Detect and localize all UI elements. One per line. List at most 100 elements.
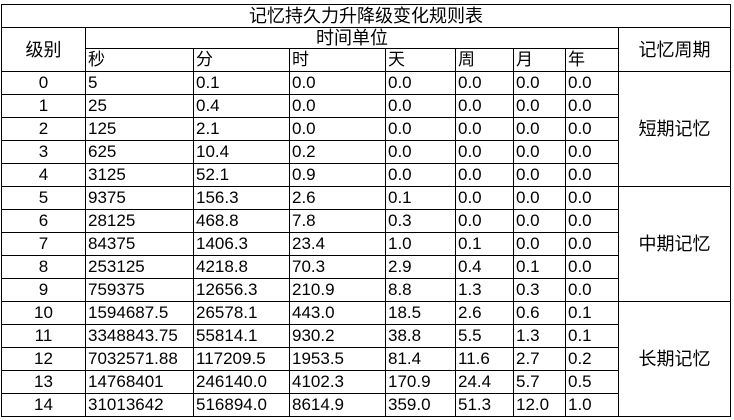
value-cell: 759375 — [85, 278, 194, 302]
value-cell: 0.0 — [289, 71, 386, 95]
value-cell: 0.0 — [513, 117, 566, 141]
value-cell: 0.0 — [385, 140, 456, 164]
value-cell: 5.5 — [455, 324, 514, 348]
value-cell: 0.0 — [513, 163, 566, 187]
time-unit-header: 时间单位 — [85, 27, 619, 49]
level-cell: 10 — [1, 301, 86, 325]
value-cell: 0.9 — [289, 163, 386, 187]
value-cell: 0.0 — [565, 255, 619, 279]
value-cell: 117209.5 — [193, 347, 290, 371]
value-cell: 210.9 — [289, 278, 386, 302]
memory-cycle-cell: 长期记忆 — [618, 301, 731, 417]
unit-header: 天 — [385, 48, 456, 72]
value-cell: 4102.3 — [289, 370, 386, 394]
value-cell: 0.0 — [565, 94, 619, 118]
unit-header: 秒 — [85, 48, 194, 72]
value-cell: 1594687.5 — [85, 301, 194, 325]
value-cell: 516894.0 — [193, 393, 290, 417]
value-cell: 0.0 — [565, 117, 619, 141]
value-cell: 156.3 — [193, 186, 290, 210]
value-cell: 5.7 — [513, 370, 566, 394]
value-cell: 0.0 — [565, 71, 619, 95]
value-cell: 0.0 — [565, 140, 619, 164]
value-cell: 1.0 — [565, 393, 619, 417]
level-cell: 13 — [1, 370, 86, 394]
unit-header: 年 — [565, 48, 619, 72]
value-cell: 0.0 — [513, 71, 566, 95]
level-cell: 11 — [1, 324, 86, 348]
value-cell: 0.0 — [513, 209, 566, 233]
value-cell: 3348843.75 — [85, 324, 194, 348]
memory-cycle-cell: 短期记忆 — [618, 71, 731, 187]
value-cell: 0.0 — [513, 232, 566, 256]
value-cell: 0.0 — [565, 209, 619, 233]
value-cell: 52.1 — [193, 163, 290, 187]
value-cell: 0.0 — [455, 186, 514, 210]
value-cell: 0.1 — [455, 232, 514, 256]
value-cell: 0.0 — [385, 117, 456, 141]
value-cell: 0.0 — [289, 117, 386, 141]
table-row: 10 1594687.5 26578.1 443.0 18.5 2.6 0.6 0.1 长期记忆 — [1, 301, 731, 417]
value-cell: 14768401 — [85, 370, 194, 394]
value-cell: 0.0 — [455, 209, 514, 233]
memory-cycle-cell: 中期记忆 — [618, 186, 731, 302]
value-cell: 38.8 — [385, 324, 456, 348]
value-cell: 0.2 — [565, 347, 619, 371]
value-cell: 0.0 — [513, 186, 566, 210]
value-cell: 23.4 — [289, 232, 386, 256]
value-cell: 2.7 — [513, 347, 566, 371]
value-cell: 1953.5 — [289, 347, 386, 371]
value-cell: 0.1 — [513, 255, 566, 279]
value-cell: 1406.3 — [193, 232, 290, 256]
value-cell: 24.4 — [455, 370, 514, 394]
value-cell: 359.0 — [385, 393, 456, 417]
value-cell: 0.1 — [565, 301, 619, 325]
value-cell: 246140.0 — [193, 370, 290, 394]
value-cell: 0.0 — [385, 94, 456, 118]
value-cell: 8614.9 — [289, 393, 386, 417]
value-cell: 5 — [85, 71, 194, 95]
value-cell: 625 — [85, 140, 194, 164]
level-cell: 0 — [1, 71, 86, 95]
value-cell: 0.5 — [565, 370, 619, 394]
value-cell: 3125 — [85, 163, 194, 187]
value-cell: 0.1 — [385, 186, 456, 210]
level-cell: 4 — [1, 163, 86, 187]
value-cell: 0.0 — [289, 94, 386, 118]
value-cell: 0.0 — [565, 163, 619, 187]
value-cell: 0.0 — [455, 71, 514, 95]
value-cell: 0.0 — [565, 232, 619, 256]
value-cell: 4218.8 — [193, 255, 290, 279]
value-cell: 0.4 — [193, 94, 290, 118]
value-cell: 0.1 — [193, 71, 290, 95]
level-cell: 7 — [1, 232, 86, 256]
value-cell: 2.1 — [193, 117, 290, 141]
value-cell: 0.0 — [455, 163, 514, 187]
table-title: 记忆持久力升降级变化规则表 — [1, 4, 731, 28]
value-cell: 1.0 — [385, 232, 456, 256]
value-cell: 1.3 — [455, 278, 514, 302]
value-cell: 28125 — [85, 209, 194, 233]
level-cell: 2 — [1, 117, 86, 141]
value-cell: 253125 — [85, 255, 194, 279]
level-cell: 5 — [1, 186, 86, 210]
value-cell: 170.9 — [385, 370, 456, 394]
unit-header: 月 — [513, 48, 566, 72]
value-cell: 0.1 — [565, 324, 619, 348]
value-cell: 9375 — [85, 186, 194, 210]
value-cell: 7032571.88 — [85, 347, 194, 371]
value-cell: 12656.3 — [193, 278, 290, 302]
value-cell: 2.6 — [455, 301, 514, 325]
value-cell: 7.8 — [289, 209, 386, 233]
value-cell: 8.8 — [385, 278, 456, 302]
table-row: 0 5 0.1 0.0 0.0 0.0 0.0 0.0 短期记忆 — [1, 71, 731, 187]
level-cell: 8 — [1, 255, 86, 279]
value-cell: 25 — [85, 94, 194, 118]
value-cell: 0.4 — [455, 255, 514, 279]
value-cell: 31013642 — [85, 393, 194, 417]
cycle-header: 记忆周期 — [618, 27, 731, 72]
value-cell: 51.3 — [455, 393, 514, 417]
value-cell: 0.0 — [385, 163, 456, 187]
value-cell: 11.6 — [455, 347, 514, 371]
header-row: 级别 时间单位 记忆周期 — [1, 27, 731, 72]
